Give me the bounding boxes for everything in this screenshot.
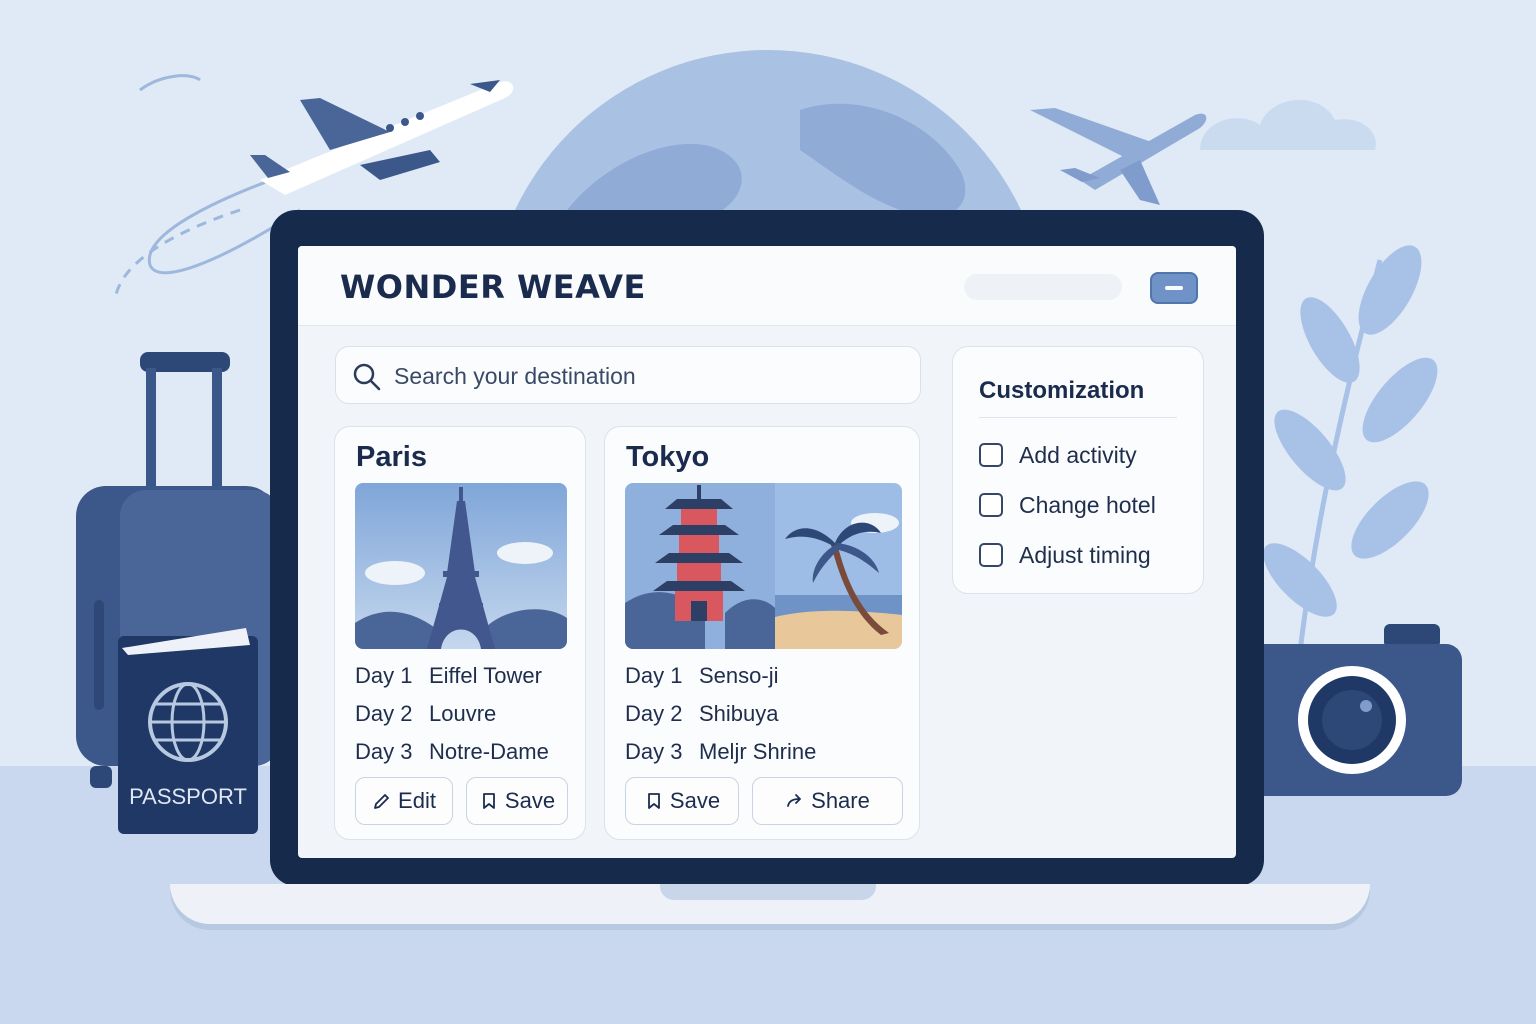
itinerary-row: Day 3 Notre-Dame <box>355 739 549 765</box>
checkbox[interactable] <box>979 543 1003 567</box>
app-window: WONDER WEAVE Paris <box>298 246 1236 858</box>
app-header: WONDER WEAVE <box>298 246 1236 326</box>
option-add-activity[interactable]: Add activity <box>979 441 1137 469</box>
save-button[interactable]: Save <box>625 777 739 825</box>
edit-button[interactable]: Edit <box>355 777 453 825</box>
checkbox-label: Add activity <box>1019 441 1137 468</box>
search-bar[interactable] <box>335 346 921 404</box>
minus-icon <box>1165 286 1183 290</box>
airplane-icon <box>1030 108 1207 205</box>
itinerary-row: Day 3 Meljr Shrine <box>625 739 816 765</box>
passport-label: PASSPORT <box>129 784 247 809</box>
checkbox-label: Adjust timing <box>1019 541 1151 568</box>
search-input[interactable] <box>394 357 894 395</box>
destination-card-paris: Paris Day 1 Eiffel Tower Day 2 Louvre Da… <box>334 426 586 840</box>
header-placeholder-bar <box>964 274 1122 300</box>
bookmark-icon <box>483 793 495 809</box>
card-title: Paris <box>356 441 427 473</box>
day-label: Day 1 <box>355 663 413 688</box>
place-label: Louvre <box>429 701 497 726</box>
day-label: Day 3 <box>355 739 413 764</box>
search-icon <box>353 363 381 391</box>
save-button-label: Save <box>669 788 721 813</box>
bookmark-icon <box>648 793 660 809</box>
save-button-label: Save <box>504 788 556 813</box>
menu-button[interactable] <box>1150 272 1198 304</box>
share-button[interactable]: Share <box>752 777 903 825</box>
day-label: Day 1 <box>625 663 683 688</box>
itinerary-row: Day 1 Senso-ji <box>625 663 778 689</box>
customization-panel: Customization Add activity Change hotel … <box>952 346 1204 594</box>
day-label: Day 2 <box>355 701 413 726</box>
checkbox-label: Change hotel <box>1019 491 1156 518</box>
card-title: Tokyo <box>626 441 710 473</box>
share-arrow-icon <box>787 794 802 807</box>
place-label: Senso-ji <box>699 663 779 688</box>
camera-icon <box>1246 624 1462 796</box>
tokyo-photo <box>625 483 902 649</box>
place-label: Notre-Dame <box>429 739 549 764</box>
airplane-icon <box>250 80 514 195</box>
place-label: Shibuya <box>699 701 779 726</box>
edit-button-label: Edit <box>398 788 436 813</box>
place-label: Eiffel Tower <box>429 663 542 688</box>
option-adjust-timing[interactable]: Adjust timing <box>979 541 1151 569</box>
checkbox[interactable] <box>979 443 1003 467</box>
day-label: Day 3 <box>625 739 683 764</box>
save-button[interactable]: Save <box>466 777 568 825</box>
itinerary-row: Day 2 Louvre <box>355 701 496 727</box>
customization-title: Customization <box>979 377 1145 404</box>
place-label: Meljr Shrine <box>699 739 817 764</box>
app-title: WONDER WEAVE <box>340 268 646 306</box>
option-change-hotel[interactable]: Change hotel <box>979 491 1156 519</box>
day-label: Day 2 <box>625 701 683 726</box>
itinerary-row: Day 2 Shibuya <box>625 701 779 727</box>
checkbox[interactable] <box>979 493 1003 517</box>
share-button-label: Share <box>811 788 870 813</box>
divider <box>979 417 1177 418</box>
pencil-icon <box>374 794 389 809</box>
itinerary-row: Day 1 Eiffel Tower <box>355 663 542 689</box>
paris-photo <box>355 483 567 649</box>
laptop-notch <box>660 884 876 900</box>
destination-card-tokyo: Tokyo Day 1 Senso-ji Day 2 Shibuya Day 3… <box>604 426 920 840</box>
